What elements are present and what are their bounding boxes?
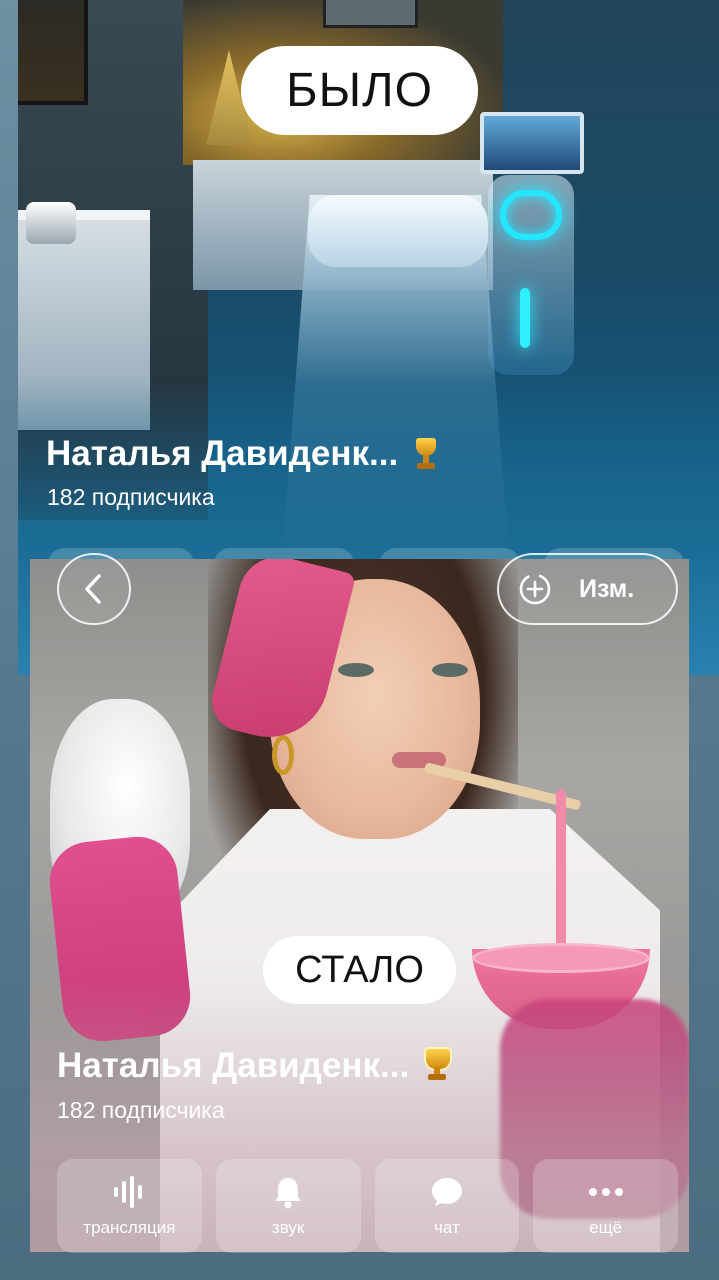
eye-right bbox=[432, 663, 468, 677]
edit-label: Изм. bbox=[579, 574, 635, 603]
trophy-icon[interactable] bbox=[423, 1047, 453, 1085]
device-neon-bar bbox=[520, 288, 530, 348]
bell-icon bbox=[270, 1174, 306, 1210]
after-subscribers[interactable]: 182 подписчика bbox=[57, 1097, 225, 1124]
window bbox=[18, 0, 88, 105]
chat-label: чат bbox=[434, 1218, 460, 1237]
trophy-icon bbox=[412, 436, 440, 472]
chat-button[interactable]: чат bbox=[374, 1159, 520, 1253]
device-neon-ring bbox=[500, 190, 562, 240]
after-cover-photo bbox=[30, 559, 689, 1252]
after-profile-name-text: Наталья Давиденк... bbox=[57, 1046, 410, 1085]
more-button[interactable]: ещё bbox=[533, 1159, 678, 1253]
wax-bowl-rim bbox=[472, 943, 650, 973]
profile-actions-bar: трансляция звук чат ещё bbox=[57, 1159, 678, 1253]
eye-left bbox=[338, 663, 374, 677]
back-button[interactable] bbox=[57, 553, 131, 625]
more-label: ещё bbox=[589, 1218, 623, 1237]
wax-heater bbox=[26, 202, 76, 244]
broadcast-button[interactable]: трансляция bbox=[57, 1159, 202, 1253]
after-label: СТАЛО bbox=[263, 936, 456, 1004]
before-profile-name-text: Наталья Давиденк... bbox=[46, 434, 399, 473]
chat-bubble-icon bbox=[429, 1174, 465, 1210]
before-label: БЫЛО bbox=[241, 46, 478, 135]
bed-pillow bbox=[308, 195, 488, 267]
before-profile-name: Наталья Давиденк... bbox=[46, 434, 440, 474]
before-subscribers: 182 подписчика bbox=[47, 484, 215, 510]
broadcast-label: трансляция bbox=[83, 1218, 176, 1237]
wax-drip bbox=[556, 789, 566, 959]
sound-label: звук bbox=[271, 1218, 305, 1237]
device-monitor bbox=[480, 112, 584, 174]
picture-frame bbox=[323, 0, 418, 28]
more-dots-icon bbox=[588, 1174, 624, 1210]
after-profile-name[interactable]: Наталья Давиденк... bbox=[57, 1046, 453, 1086]
sound-button[interactable]: звук bbox=[215, 1159, 361, 1253]
broadcast-icon bbox=[111, 1174, 147, 1210]
chevron-left-icon bbox=[85, 574, 101, 604]
earring bbox=[272, 735, 294, 775]
edit-cover-button[interactable]: Изм. bbox=[497, 553, 678, 625]
add-photo-icon bbox=[519, 573, 551, 605]
